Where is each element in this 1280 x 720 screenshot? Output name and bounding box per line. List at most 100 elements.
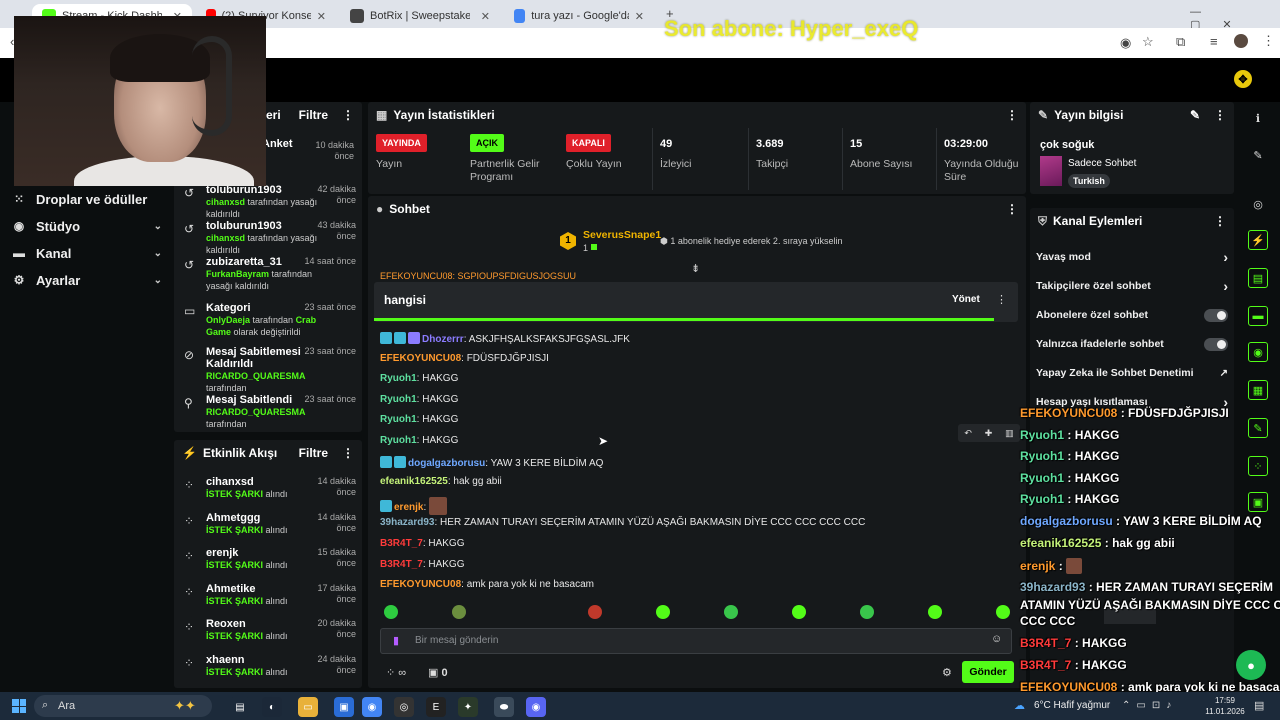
chat-username[interactable]: B3R4T_7 (380, 538, 423, 549)
emoji-icon[interactable]: ☺ (991, 633, 1002, 645)
chat-settings-icon[interactable]: ⚙ (942, 666, 952, 679)
external-link-icon[interactable]: ↗ (1220, 368, 1228, 379)
chevron-right-icon[interactable]: › (1223, 249, 1228, 265)
more-icon[interactable]: ⋮ (1214, 108, 1226, 122)
kick-logo-icon[interactable]: ✥ (1234, 70, 1252, 88)
channel-action-item[interactable]: Yavaş mod › (1036, 248, 1228, 266)
chevron-down-icon[interactable]: ⌄ (154, 275, 162, 286)
more-icon[interactable]: ⋮ (342, 108, 354, 122)
emote-icon[interactable] (588, 605, 602, 619)
channel-action-item[interactable]: Yalnızca ifadelerle sohbet (1036, 335, 1228, 353)
chat-message[interactable]: B3R4T_7: HAKGG (380, 538, 465, 549)
extensions-icon[interactable]: ⧉ (1176, 34, 1185, 50)
app-icon[interactable]: ✦ (458, 697, 478, 717)
chat-username[interactable]: Ryuoh1 (380, 435, 417, 446)
browser-tab[interactable]: tura yazı - Google'da Ara ✕ (504, 4, 654, 28)
store-icon[interactable]: ▣ (334, 697, 354, 717)
chat-message[interactable]: dogalgazborusu: YAW 3 KERE BİLDİM AQ (380, 455, 603, 469)
more-icon[interactable]: ⋮ (1214, 214, 1226, 228)
chat-message[interactable]: Ryuoh1: HAKGG (380, 394, 458, 405)
emote-icon[interactable] (928, 605, 942, 619)
discord-icon[interactable]: ◉ (526, 697, 546, 717)
info-icon[interactable]: ℹ (1248, 108, 1268, 128)
nav-item[interactable]: ◉ Stüdyo ⌄ (12, 215, 162, 237)
category-name[interactable]: Sadece Sohbet (1068, 158, 1136, 169)
chat-message[interactable]: Ryuoh1: HAKGG (380, 373, 458, 384)
tab-close-icon[interactable]: ✕ (481, 10, 490, 23)
more-icon[interactable]: ⋮ (996, 293, 1007, 306)
chat-message[interactable]: Ryuoh1: HAKGG (380, 435, 458, 446)
emote-icon[interactable] (656, 605, 670, 619)
nav-item[interactable]: ⁙ Droplar ve ödüller (12, 188, 162, 210)
pencil-icon[interactable]: ✎ (1248, 145, 1268, 165)
emote-icon[interactable] (384, 605, 398, 619)
taskbar-search[interactable]: ⌕ Ara ✦✦ (34, 695, 212, 717)
chat-username[interactable]: efeanik162525 (380, 476, 448, 487)
points-icon[interactable]: ⁘ (1248, 456, 1268, 476)
note-icon[interactable]: ▤ (1248, 268, 1268, 288)
more-icon[interactable]: ⋮ (1006, 202, 1018, 216)
sub-leader-name[interactable]: SeverusSnape1 (583, 229, 661, 241)
file-explorer-icon[interactable]: ▭ (298, 697, 318, 717)
tab-close-icon[interactable]: ✕ (635, 10, 644, 23)
notification-icon[interactable]: ▤ (1254, 699, 1264, 712)
chat-message[interactable]: Ryuoh1: HAKGG (380, 414, 458, 425)
mod-log-actor[interactable]: cihanxsd (206, 197, 248, 207)
emote-icon[interactable] (452, 605, 466, 619)
activity-filter[interactable]: Filtre (299, 446, 328, 460)
toggle-switch[interactable] (1204, 308, 1228, 322)
chat-username[interactable]: Dhozerrr (422, 334, 464, 345)
mic-icon[interactable]: ▮ (393, 634, 399, 647)
chat-username[interactable]: Ryuoh1 (380, 394, 417, 405)
wrench-icon[interactable]: ✎ (1248, 418, 1268, 438)
edit-icon[interactable]: ✎ (1190, 108, 1200, 122)
more-icon[interactable]: ⋮ (342, 446, 354, 460)
mod-log-actor[interactable]: RICARDO_QUARESMA (206, 371, 305, 381)
points-icon[interactable]: ⁘ ∞ (386, 666, 406, 679)
chevron-right-icon[interactable]: › (1223, 278, 1228, 294)
channel-action-item[interactable]: Abonelere özel sohbet (1036, 306, 1228, 324)
chat-username[interactable]: erenjk (394, 502, 423, 513)
chat-username[interactable]: B3R4T_7 (380, 559, 423, 570)
chat-message[interactable]: erenjk: (380, 496, 449, 515)
chat-username[interactable]: Ryuoh1 (380, 373, 417, 384)
chat-bubble-icon[interactable]: ● (1236, 650, 1266, 680)
activity-name[interactable]: erenjk (206, 547, 306, 559)
chat-message[interactable]: EFEKOYUNCU08: amk para yok ki ne basacam (380, 579, 594, 590)
activity-name[interactable]: Ahmetggg (206, 512, 306, 524)
chat-username[interactable]: dogalgazborusu (408, 458, 485, 469)
chat-username[interactable]: Ryuoh1 (380, 414, 417, 425)
chat-username[interactable]: EFEKOYUNCU08 (380, 353, 461, 364)
eye-icon[interactable]: ◉ (1120, 35, 1131, 51)
obs-icon[interactable]: ◎ (394, 697, 414, 717)
menu-icon[interactable]: ⋮ (1262, 33, 1275, 49)
chat-username[interactable]: EFEKOYUNCU08 (380, 579, 461, 590)
emote-icon[interactable] (996, 605, 1010, 619)
chat-input[interactable]: ▮ Bir mesaj gönderin ☺ (380, 628, 1012, 654)
steam-icon[interactable]: ◐ (262, 697, 282, 717)
chat-message[interactable]: Dhozerrr: ASKJFHŞALKSFAKSJFGŞASL.JFK (380, 332, 630, 345)
toggle-switch[interactable] (1204, 337, 1228, 351)
media-icon[interactable]: ≡ (1210, 34, 1218, 49)
mod-log-actor[interactable]: OnlyDaeja (206, 315, 253, 325)
mod-log-actor[interactable]: cihanxsd (206, 233, 248, 243)
clapper-icon[interactable]: ▣ (1248, 492, 1268, 512)
pin-icon[interactable]: ✚ (985, 428, 993, 439)
windows-start-icon[interactable] (12, 699, 26, 713)
emote-icon[interactable] (860, 605, 874, 619)
delete-icon[interactable]: ▥ (1005, 428, 1014, 439)
chat-message[interactable]: EFEKOYUNCU08: FDÜSFDJĞPJISJI (380, 353, 549, 364)
task-view-icon[interactable]: ▤ (230, 697, 250, 717)
nav-item[interactable]: ⚙ Ayarlar ⌄ (12, 269, 162, 291)
emote-icon[interactable] (792, 605, 806, 619)
profile-avatar[interactable] (1234, 34, 1248, 48)
app-icon[interactable]: ⬬ (494, 697, 514, 717)
broadcast-icon[interactable]: ◉ (1248, 342, 1268, 362)
chat-message[interactable]: 39hazard93: HER ZAMAN TURAYI SEÇERİM ATA… (380, 517, 865, 528)
chat-message[interactable]: B3R4T_7: HAKGG (380, 559, 465, 570)
activity-name[interactable]: Ahmetike (206, 583, 306, 595)
chat-message[interactable]: efeanik162525: hak gg abii (380, 476, 502, 487)
bolt-icon[interactable]: ⚡ (1248, 230, 1268, 250)
mod-log-actor[interactable]: RICARDO_QUARESMA (206, 407, 305, 417)
channel-action-item[interactable]: Yapay Zeka ile Sohbet Denetimi ↗ (1036, 364, 1228, 382)
